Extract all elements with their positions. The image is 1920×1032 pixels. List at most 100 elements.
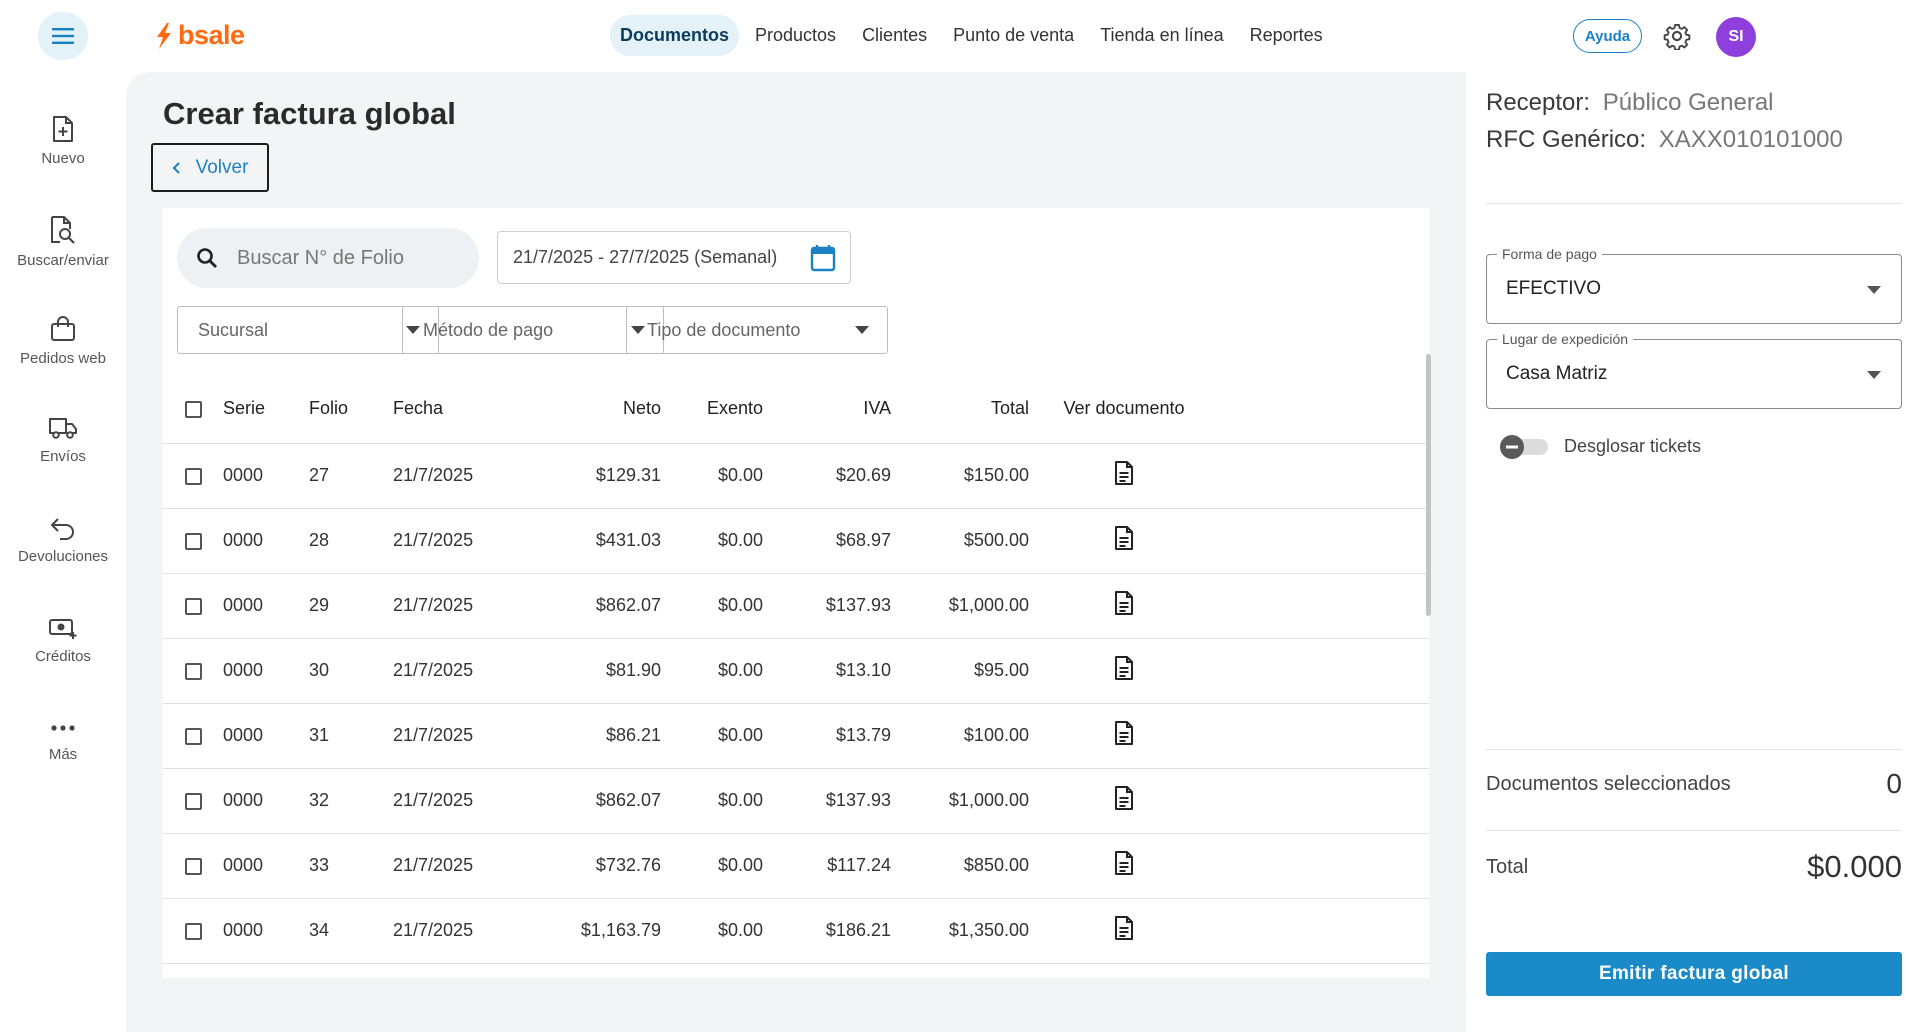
select-all-checkbox[interactable] (184, 401, 202, 418)
table-row: 0000 31 21/7/2025 $86.21 $0.00 $13.79 $100.00 (163, 703, 1429, 769)
row-checkbox[interactable] (184, 467, 202, 485)
cell-folio: 33 (309, 833, 393, 899)
row-select-cell (163, 898, 223, 964)
menu-button[interactable] (38, 12, 88, 60)
sidebar-item-devoluciones[interactable]: Devoluciones (0, 516, 126, 565)
caret-down-icon (855, 326, 869, 334)
cell-folio: 32 (309, 768, 393, 834)
nav-reportes[interactable]: Reportes (1240, 15, 1333, 56)
return-arrow-icon (51, 518, 74, 540)
main-panel: Crear factura global Volver 21/7/2025 - … (126, 72, 1466, 1032)
help-button[interactable]: Ayuda (1573, 19, 1642, 53)
user-avatar[interactable]: SI (1716, 17, 1756, 57)
row-checkbox[interactable] (184, 922, 202, 940)
cell-iva: $13.10 (763, 638, 891, 704)
cell-total: $100.00 (891, 703, 1029, 769)
desglosar-tickets-toggle[interactable] (1500, 435, 1548, 459)
top-bar: bsale Documentos Productos Clientes Punt… (0, 0, 1920, 72)
tipo-documento-select[interactable]: Tipo de documento (626, 306, 888, 354)
sucursal-select[interactable]: Sucursal (177, 306, 439, 354)
sidebar: Nuevo Buscar/enviar Pedidos web Envíos D… (0, 72, 126, 1032)
col-total: Total (891, 375, 1029, 444)
metodo-pago-select[interactable]: Método de pago (402, 306, 664, 354)
lugar-expedicion-select[interactable]: Lugar de expedición Casa Matriz (1486, 331, 1902, 409)
gear-icon (1663, 23, 1691, 51)
search-icon (197, 248, 217, 268)
cell-folio: 30 (309, 638, 393, 704)
nav-tienda-en-linea[interactable]: Tienda en línea (1090, 15, 1233, 56)
date-range-picker[interactable]: 21/7/2025 - 27/7/2025 (Semanal) (497, 231, 851, 284)
sidebar-item-envios[interactable]: Envíos (0, 416, 126, 465)
cell-iva: $186.21 (763, 898, 891, 964)
back-button[interactable]: Volver (151, 143, 269, 192)
row-checkbox[interactable] (184, 857, 202, 875)
folio-search[interactable] (177, 228, 479, 288)
view-document-cell[interactable] (1029, 703, 1219, 769)
document-icon (1115, 461, 1133, 485)
row-select-cell (163, 573, 223, 639)
file-plus-icon (53, 116, 73, 142)
view-document-cell[interactable] (1029, 833, 1219, 899)
row-select-cell (163, 638, 223, 704)
cell-exento: $0.00 (661, 898, 763, 964)
desglosar-tickets-label: Desglosar tickets (1564, 436, 1702, 456)
cell-fecha: 21/7/2025 (393, 638, 533, 704)
search-input[interactable] (237, 246, 457, 270)
row-checkbox[interactable] (184, 532, 202, 550)
row-select-cell (163, 703, 223, 769)
sidebar-item-nuevo[interactable]: Nuevo (0, 116, 126, 167)
cell-folio: 28 (309, 508, 393, 574)
nav-productos[interactable]: Productos (745, 15, 846, 56)
lugar-expedicion-value: Casa Matriz (1506, 363, 1608, 384)
brand-logo[interactable]: bsale (154, 20, 245, 51)
cell-exento: $0.00 (661, 833, 763, 899)
view-document-cell[interactable] (1029, 573, 1219, 639)
row-checkbox[interactable] (184, 727, 202, 745)
cell-total: $500.00 (891, 508, 1029, 574)
nav-clientes[interactable]: Clientes (852, 15, 937, 56)
divider (1486, 749, 1902, 750)
rfc-row: RFC Genérico: XAXX010101000 (1486, 126, 1843, 154)
cell-fecha: 21/7/2025 (393, 833, 533, 899)
page-title: Crear factura global (163, 96, 456, 131)
toggle-knob (1500, 435, 1524, 459)
document-icon (1115, 591, 1133, 615)
sidebar-item-pedidos-web[interactable]: Pedidos web (0, 316, 126, 367)
nav-documentos[interactable]: Documentos (610, 15, 740, 56)
col-iva: IVA (763, 375, 891, 444)
document-icon (1115, 851, 1133, 875)
table-row: 0000 32 21/7/2025 $862.07 $0.00 $137.93 $1,000… (163, 768, 1429, 834)
sucursal-select-label: Sucursal (198, 319, 269, 340)
sidebar-item-label: Nuevo (41, 150, 85, 167)
row-checkbox[interactable] (184, 597, 202, 615)
row-checkbox[interactable] (184, 792, 202, 810)
sidebar-item-creditos[interactable]: Créditos (0, 616, 126, 665)
settings-button[interactable] (1663, 22, 1691, 55)
nav-punto-de-venta[interactable]: Punto de venta (943, 15, 1084, 56)
view-document-cell[interactable] (1029, 768, 1219, 834)
table-scrollbar[interactable] (1426, 354, 1431, 616)
cell-folio: 29 (309, 573, 393, 639)
view-document-cell[interactable] (1029, 898, 1219, 964)
cell-total: $850.00 (891, 833, 1029, 899)
calendar-icon[interactable] (810, 244, 836, 272)
forma-pago-select[interactable]: Forma de pago EFECTIVO (1486, 246, 1902, 324)
row-checkbox[interactable] (184, 662, 202, 680)
cell-exento: $0.00 (661, 703, 763, 769)
receptor-label: Receptor: (1486, 89, 1591, 116)
total-value: $0.000 (1807, 849, 1902, 884)
documents-card: 21/7/2025 - 27/7/2025 (Semanal) Sucursal… (163, 208, 1431, 978)
cell-serie: 0000 (223, 833, 309, 899)
cell-spacer (1219, 898, 1429, 964)
view-document-cell[interactable] (1029, 508, 1219, 574)
cell-serie: 0000 (223, 573, 309, 639)
sidebar-item-mas[interactable]: Más (0, 724, 126, 763)
view-document-cell[interactable] (1029, 443, 1219, 509)
sidebar-item-buscar-enviar[interactable]: Buscar/enviar (0, 216, 126, 269)
emit-invoice-button[interactable]: Emitir factura global (1486, 952, 1902, 996)
cell-serie: 0000 (223, 638, 309, 704)
cell-total: $1,350.00 (891, 898, 1029, 964)
view-document-cell[interactable] (1029, 638, 1219, 704)
tipo-documento-select-label: Tipo de documento (647, 319, 801, 340)
selected-docs-count: 0 (1886, 768, 1902, 799)
